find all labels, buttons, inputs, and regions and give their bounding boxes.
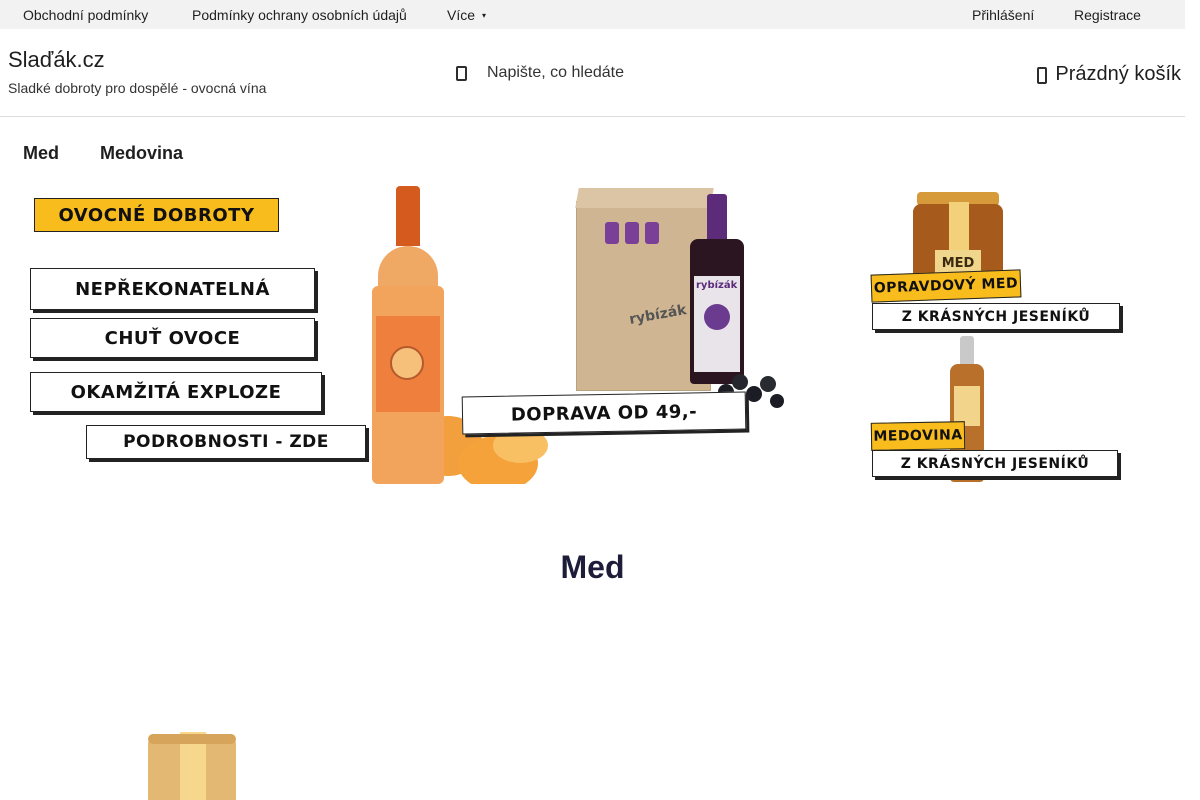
honey-title: OPRAVDOVÝ MED (870, 269, 1022, 303)
search-input[interactable] (487, 64, 707, 82)
honey-subtitle: Z KRÁSNÝCH JESENÍKŮ (872, 303, 1120, 330)
currant-wine-bottle: rybízák (690, 194, 744, 384)
more-menu[interactable]: Více ▾ (447, 7, 486, 23)
section-title: Med (560, 549, 625, 585)
search-icon[interactable] (455, 65, 467, 81)
cart-label: Prázdný košík (1055, 63, 1181, 85)
top-bar: Obchodní podmínky Podmínky ochrany osobn… (0, 0, 1185, 29)
honey-banner[interactable]: MED OPRAVDOVÝ MED Z KRÁSNÝCH JESENÍKŮ ME… (868, 186, 1124, 484)
chevron-down-icon: ▾ (482, 11, 487, 20)
site-header: Slaďák.cz Sladké dobroty pro dospělé - o… (0, 29, 1185, 117)
bottle-brand: rybízák (696, 280, 738, 291)
more-label: Více (447, 7, 476, 23)
privacy-link[interactable]: Podmínky ochrany osobních údajů (192, 7, 407, 23)
mead-title: MEDOVINA (870, 421, 966, 451)
search-bar[interactable] (455, 62, 707, 84)
site-tagline: Sladké dobroty pro dospělé - ovocná vína (8, 80, 267, 96)
register-link[interactable]: Registrace (1074, 7, 1141, 23)
banner-line-3: OKAMŽITÁ EXPLOZE (30, 372, 322, 412)
details-button[interactable]: PODROBNOSTI - ZDE (86, 425, 366, 459)
login-link[interactable]: Přihlášení (972, 7, 1034, 23)
banner-line-1: NEPŘEKONATELNÁ (30, 268, 315, 310)
shipping-label: DOPRAVA OD 49,- (461, 391, 747, 435)
peach-wine-bottle (372, 186, 444, 484)
box-brand: rybízák (628, 302, 688, 328)
banner-line-2: CHUŤ OVOCE (30, 318, 315, 358)
promo-banner[interactable]: rybízák rybízák OVOCNÉ DOBROTY NEPŘEKONA… (28, 186, 789, 484)
category-medovina[interactable]: Medovina (100, 143, 183, 164)
cart-icon (1037, 66, 1048, 84)
mead-subtitle: Z KRÁSNÝCH JESENÍKŮ (872, 450, 1118, 477)
category-nav: Med Medovina (0, 117, 1185, 181)
banner-heading: OVOCNÉ DOBROTY (34, 198, 279, 232)
category-med[interactable]: Med (23, 143, 59, 164)
terms-link[interactable]: Obchodní podmínky (23, 7, 148, 23)
site-logo[interactable]: Slaďák.cz (8, 47, 105, 73)
product-image[interactable] (128, 688, 268, 800)
cart-button[interactable]: Prázdný košík (1037, 63, 1181, 86)
